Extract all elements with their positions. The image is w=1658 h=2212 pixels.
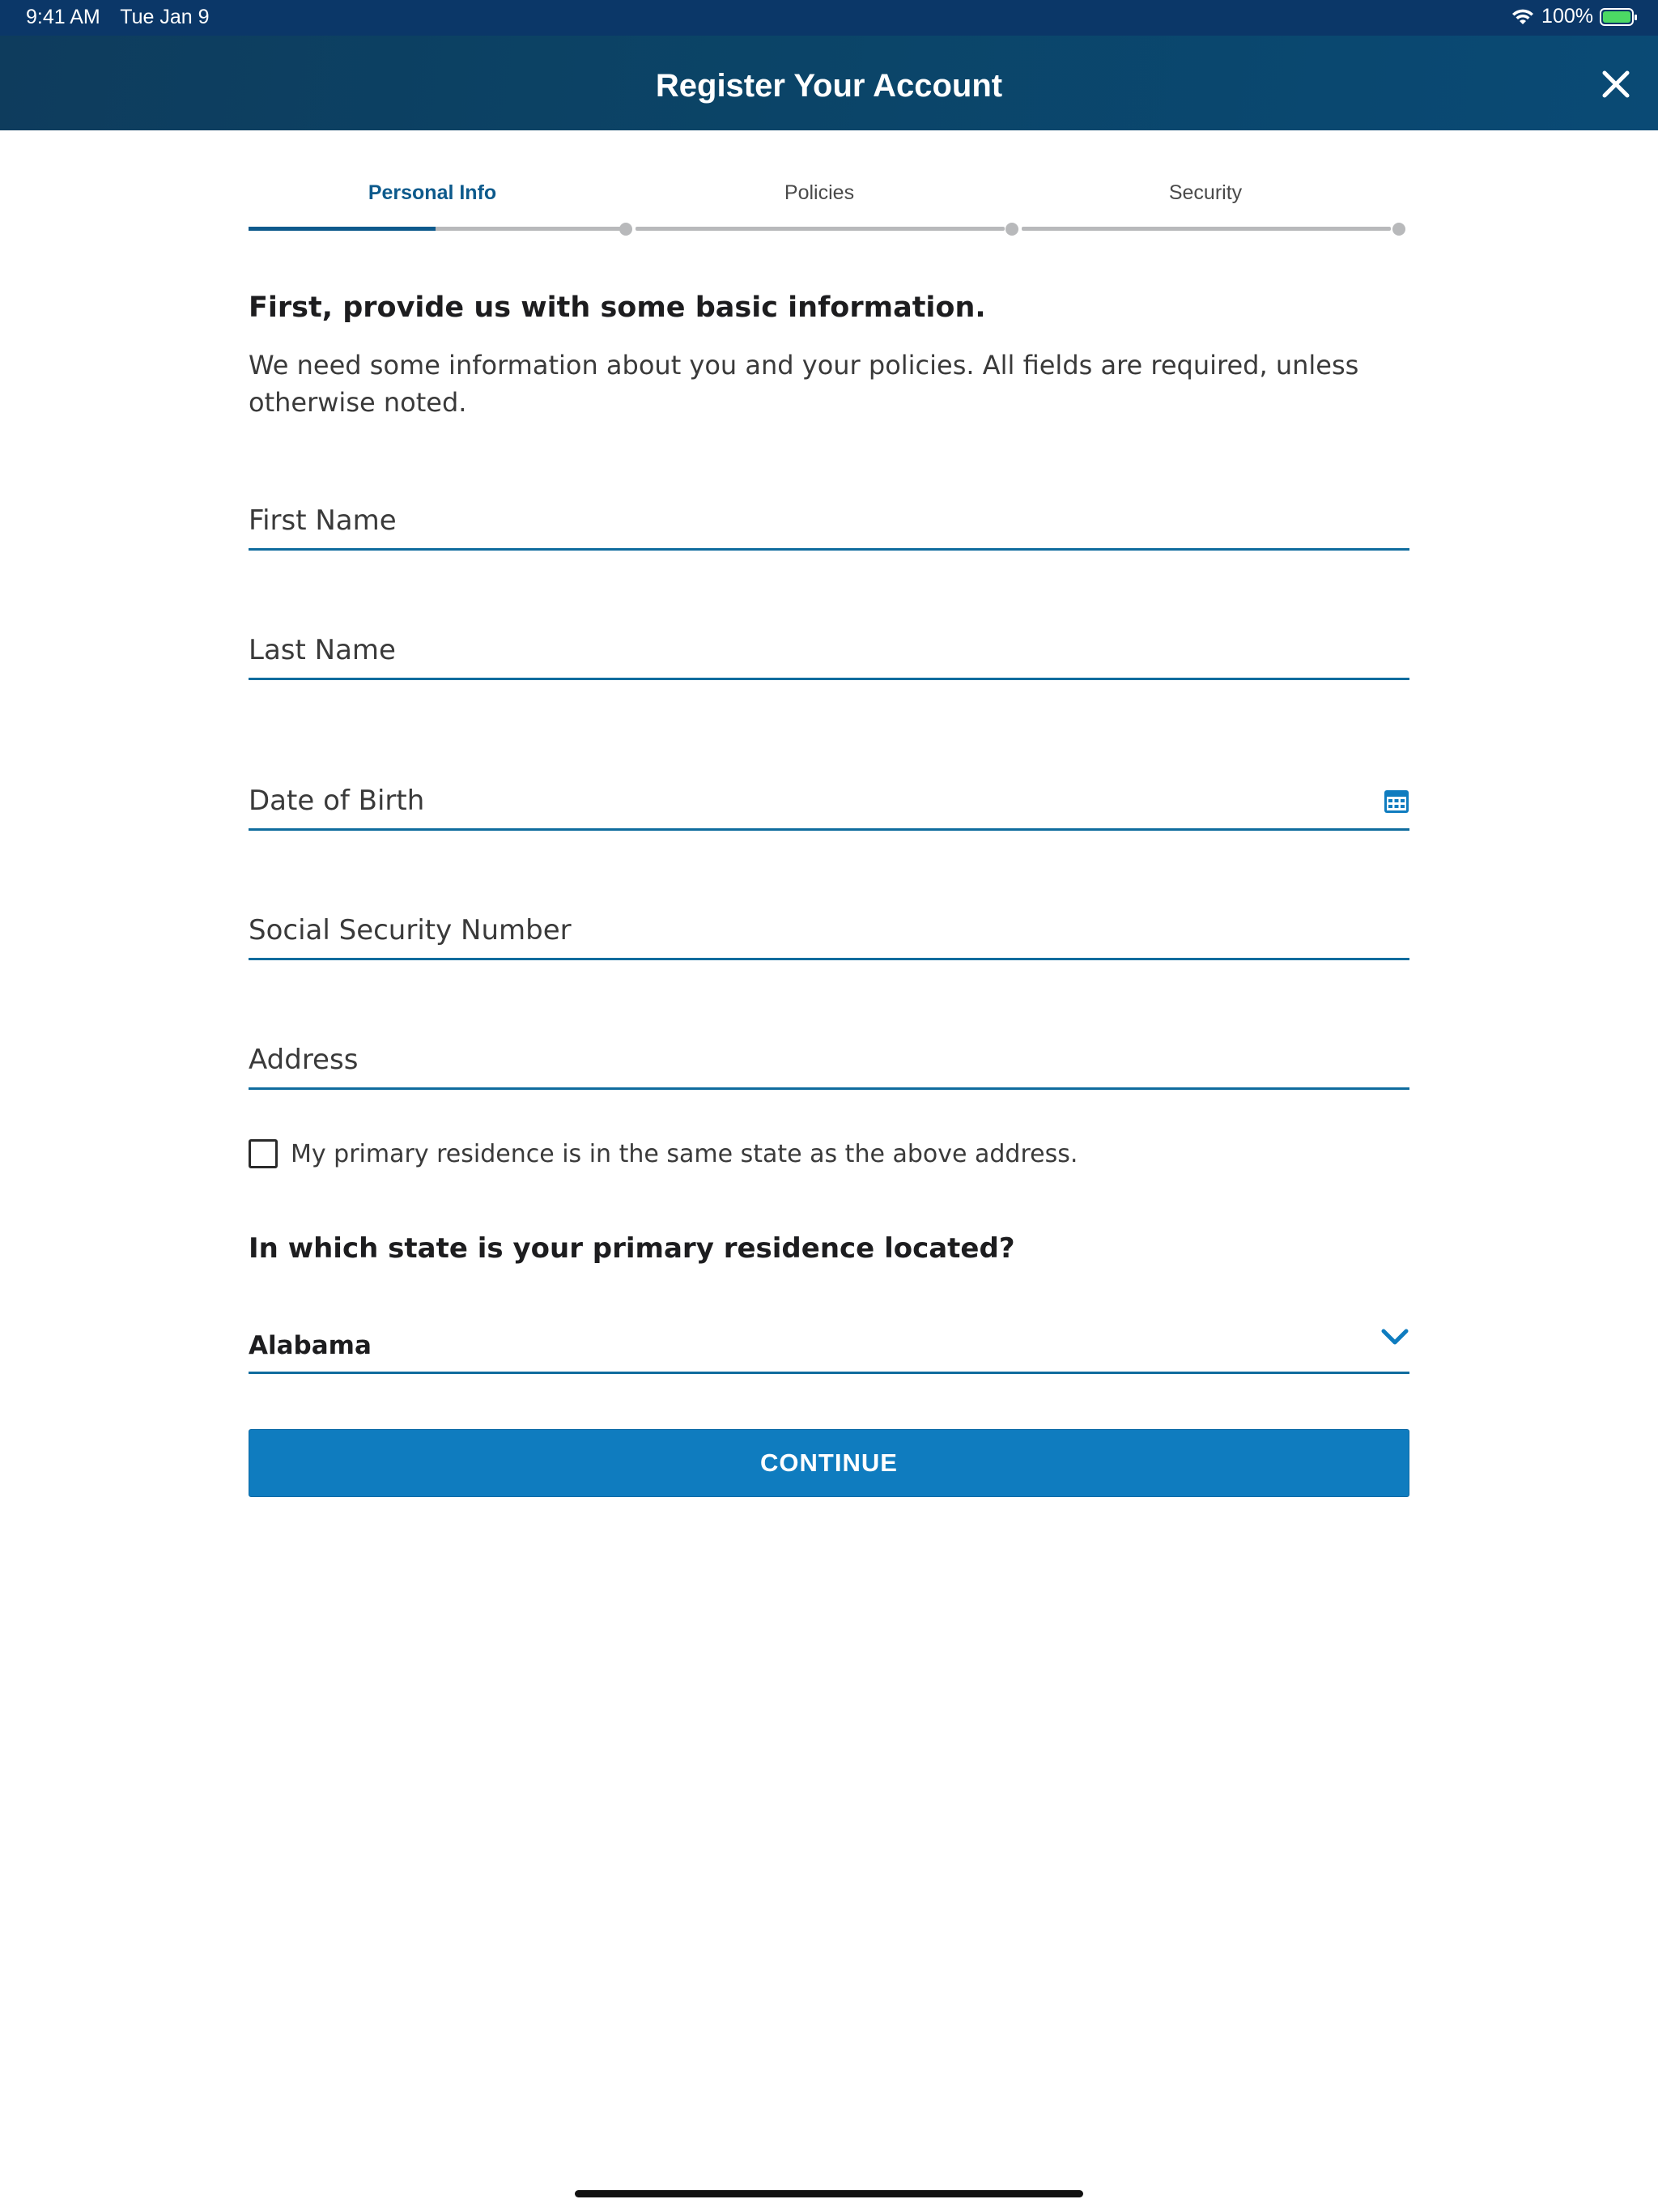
- ssn-field[interactable]: Social Security Number: [249, 909, 1409, 960]
- battery-percentage: 100%: [1541, 5, 1593, 28]
- step-progress-bar: [249, 227, 436, 231]
- last-name-field[interactable]: Last Name: [249, 629, 1409, 680]
- first-name-placeholder: First Name: [249, 504, 397, 537]
- last-name-placeholder: Last Name: [249, 634, 396, 666]
- step-track-2: [636, 227, 1005, 231]
- step-dot-3: [1392, 223, 1405, 236]
- progress-stepper: Personal Info Policies Security: [249, 170, 1409, 236]
- same-state-checkbox-row[interactable]: My primary residence is in the same stat…: [249, 1138, 1078, 1170]
- status-indicators: 100%: [1511, 5, 1637, 28]
- ssn-placeholder: Social Security Number: [249, 914, 572, 946]
- status-time-date: 9:41 AM Tue Jan 9: [26, 6, 224, 29]
- tab-personal-info[interactable]: Personal Info: [311, 181, 554, 205]
- page-title: Register Your Account: [655, 68, 1003, 104]
- status-bar: 9:41 AM Tue Jan 9 100%: [0, 0, 1658, 36]
- intro-heading: First, provide us with some basic inform…: [249, 291, 986, 324]
- battery-level: [1603, 11, 1630, 23]
- step-track-3: [1022, 227, 1391, 231]
- tab-policies[interactable]: Policies: [698, 181, 941, 205]
- calendar-icon[interactable]: [1384, 788, 1409, 814]
- state-question: In which state is your primary residence…: [249, 1232, 1015, 1265]
- same-state-checkbox[interactable]: [249, 1139, 278, 1168]
- continue-button[interactable]: CONTINUE: [249, 1429, 1409, 1497]
- status-time: 9:41 AM: [26, 6, 100, 28]
- intro-body: We need some information about you and y…: [249, 350, 1359, 418]
- app-header: Register Your Account: [0, 36, 1658, 130]
- state-select[interactable]: Alabama: [249, 1307, 1409, 1374]
- step-dot-1: [619, 223, 632, 236]
- state-select-value: Alabama: [249, 1331, 372, 1360]
- step-dot-2: [1005, 223, 1018, 236]
- date-of-birth-placeholder: Date of Birth: [249, 785, 425, 817]
- battery-icon: [1600, 7, 1637, 26]
- date-of-birth-field[interactable]: Date of Birth: [249, 780, 1409, 831]
- wifi-icon: [1512, 9, 1534, 24]
- same-state-label: My primary residence is in the same stat…: [291, 1139, 1078, 1168]
- close-icon[interactable]: [1598, 66, 1634, 102]
- home-indicator[interactable]: [575, 2190, 1083, 2197]
- first-name-field[interactable]: First Name: [249, 500, 1409, 551]
- tab-security[interactable]: Security: [1084, 181, 1327, 205]
- address-placeholder: Address: [249, 1044, 359, 1076]
- status-date: Tue Jan 9: [120, 6, 210, 28]
- address-field[interactable]: Address: [249, 1039, 1409, 1090]
- chevron-down-icon: [1381, 1329, 1409, 1345]
